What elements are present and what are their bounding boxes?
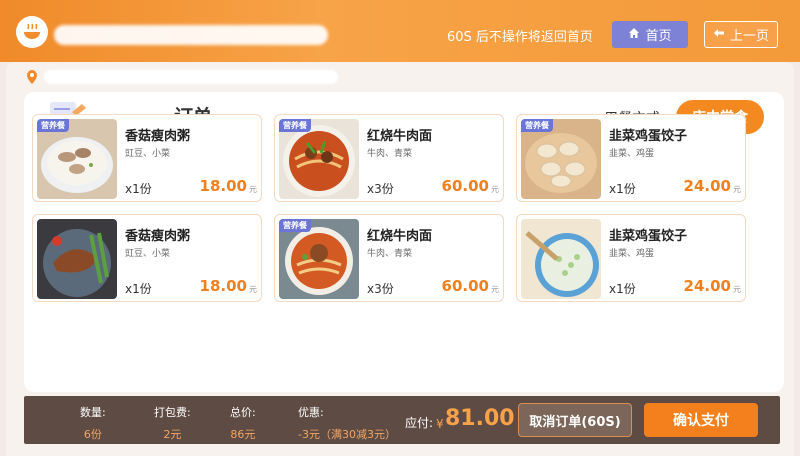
dish-quantity: x1份 [125,182,152,196]
discount-label: 优惠: [298,406,324,419]
dish-price-unit: 元 [249,185,257,194]
app-header: 60S 后不操作将返回首页 首页 上一页 [0,0,800,62]
dish-image: 营养餐 [279,119,359,199]
dish-ingredients: 豇豆、小菜 [125,249,171,259]
amount-due-label: 应付: [405,416,434,430]
total-label: 总价: [230,406,256,419]
dish-name: 红烧牛肉面 [367,229,433,244]
dish-quantity: x1份 [125,282,152,296]
dish-image: 营养餐 [279,219,359,299]
dish-price-unit: 元 [733,185,741,194]
nutrition-badge: 营养餐 [521,119,553,132]
count-value: 6份 [83,428,102,441]
dish-quantity: x1份 [609,282,636,296]
packing-fee-stat: 打包费: 2元 [154,404,191,442]
back-button[interactable]: 上一页 [704,21,778,48]
dish-ingredients: 韭菜、鸡蛋 [609,249,655,259]
order-item-card: 香菇瘦肉粥豇豆、小菜 x1份 18.00 元 [32,214,262,302]
dish-image [521,219,601,299]
dish-price-unit: 元 [491,185,499,194]
dish-name: 红烧牛肉面 [367,129,433,144]
bowl-logo-icon [16,16,48,48]
amount-due-currency: ¥ [436,417,444,431]
total-value: 86元 [230,428,256,441]
order-items-grid: 营养餐 香菇瘦肉粥 豇豆、小菜 x1份 18.00 元营养餐 红烧牛肉面 牛肉、青菜 x3份 60… [32,114,758,302]
dish-price: 60.00 [441,277,489,295]
dish-price: 60.00 [441,177,489,195]
back-button-label: 上一页 [729,29,769,44]
order-item-card: 营养餐红烧牛肉面牛肉、青菜 x3份 60.00 元 [274,114,504,202]
total-stat: 总价: 86元 [230,404,256,442]
address-redacted [44,70,338,84]
nutrition-badge: 营养餐 [279,219,311,232]
order-item-card: 营养餐红烧牛肉面牛肉、青菜 x3份 60.00 元 [274,214,504,302]
dish-price-unit: 元 [249,285,257,294]
dish-name: 香菇瘦肉粥 [125,129,191,144]
confirm-payment-button[interactable]: 确认支付 [644,403,758,437]
order-item-card: 韭菜鸡蛋饺子韭菜、鸡蛋 x1份 24.00 元 [516,214,746,302]
dish-quantity: x3份 [367,282,394,296]
dish-ingredients: 豇豆、小菜 [125,149,171,159]
packing-fee-value: 2元 [163,428,182,441]
cancel-order-button[interactable]: 取消订单(60S) [518,403,632,437]
dish-price: 18.00 [199,277,247,295]
dish-price-unit: 元 [491,285,499,294]
home-button-label: 首页 [645,29,672,44]
dish-image: 营养餐 [521,119,601,199]
count-stat: 数量: 6份 [80,404,106,442]
discount-stat: 优惠: -3元（满30减3元） [298,404,396,442]
home-icon [628,27,640,43]
dish-quantity: x3份 [367,182,394,196]
dish-quantity: x1份 [609,182,636,196]
dish-name: 韭菜鸡蛋饺子 [609,129,688,144]
nutrition-badge: 营养餐 [37,119,69,132]
back-arrow-icon [713,27,725,43]
dish-ingredients: 韭菜、鸡蛋 [609,149,655,159]
dish-price-unit: 元 [733,285,741,294]
location-pin-icon [26,70,40,84]
store-name-redacted [54,25,328,45]
amount-due-value: 81.00 [445,406,515,431]
dish-ingredients: 牛肉、青菜 [367,249,413,259]
nutrition-badge: 营养餐 [279,119,311,132]
order-item-card: 营养餐香菇瘦肉粥豇豆、小菜 x1份 18.00 元 [32,114,262,202]
dish-image: 营养餐 [37,119,117,199]
dish-price: 24.00 [683,177,731,195]
packing-fee-label: 打包费: [154,406,191,419]
checkout-bar: 数量: 6份 打包费: 2元 总价: 86元 优惠: -3元（满30减3元） 应… [24,396,780,444]
dish-price: 18.00 [199,177,247,195]
timeout-notice: 60S 后不操作将返回首页 [447,30,593,45]
dish-price: 24.00 [683,277,731,295]
dish-name: 韭菜鸡蛋饺子 [609,229,688,244]
order-item-card: 营养餐韭菜鸡蛋饺子韭菜、鸡蛋 x1份 24.00 元 [516,114,746,202]
dish-image [37,219,117,299]
dish-ingredients: 牛肉、青菜 [367,149,413,159]
count-label: 数量: [80,406,106,419]
dish-name: 香菇瘦肉粥 [125,229,191,244]
home-button[interactable]: 首页 [612,21,688,48]
discount-value: -3元（满30减3元） [298,428,396,441]
